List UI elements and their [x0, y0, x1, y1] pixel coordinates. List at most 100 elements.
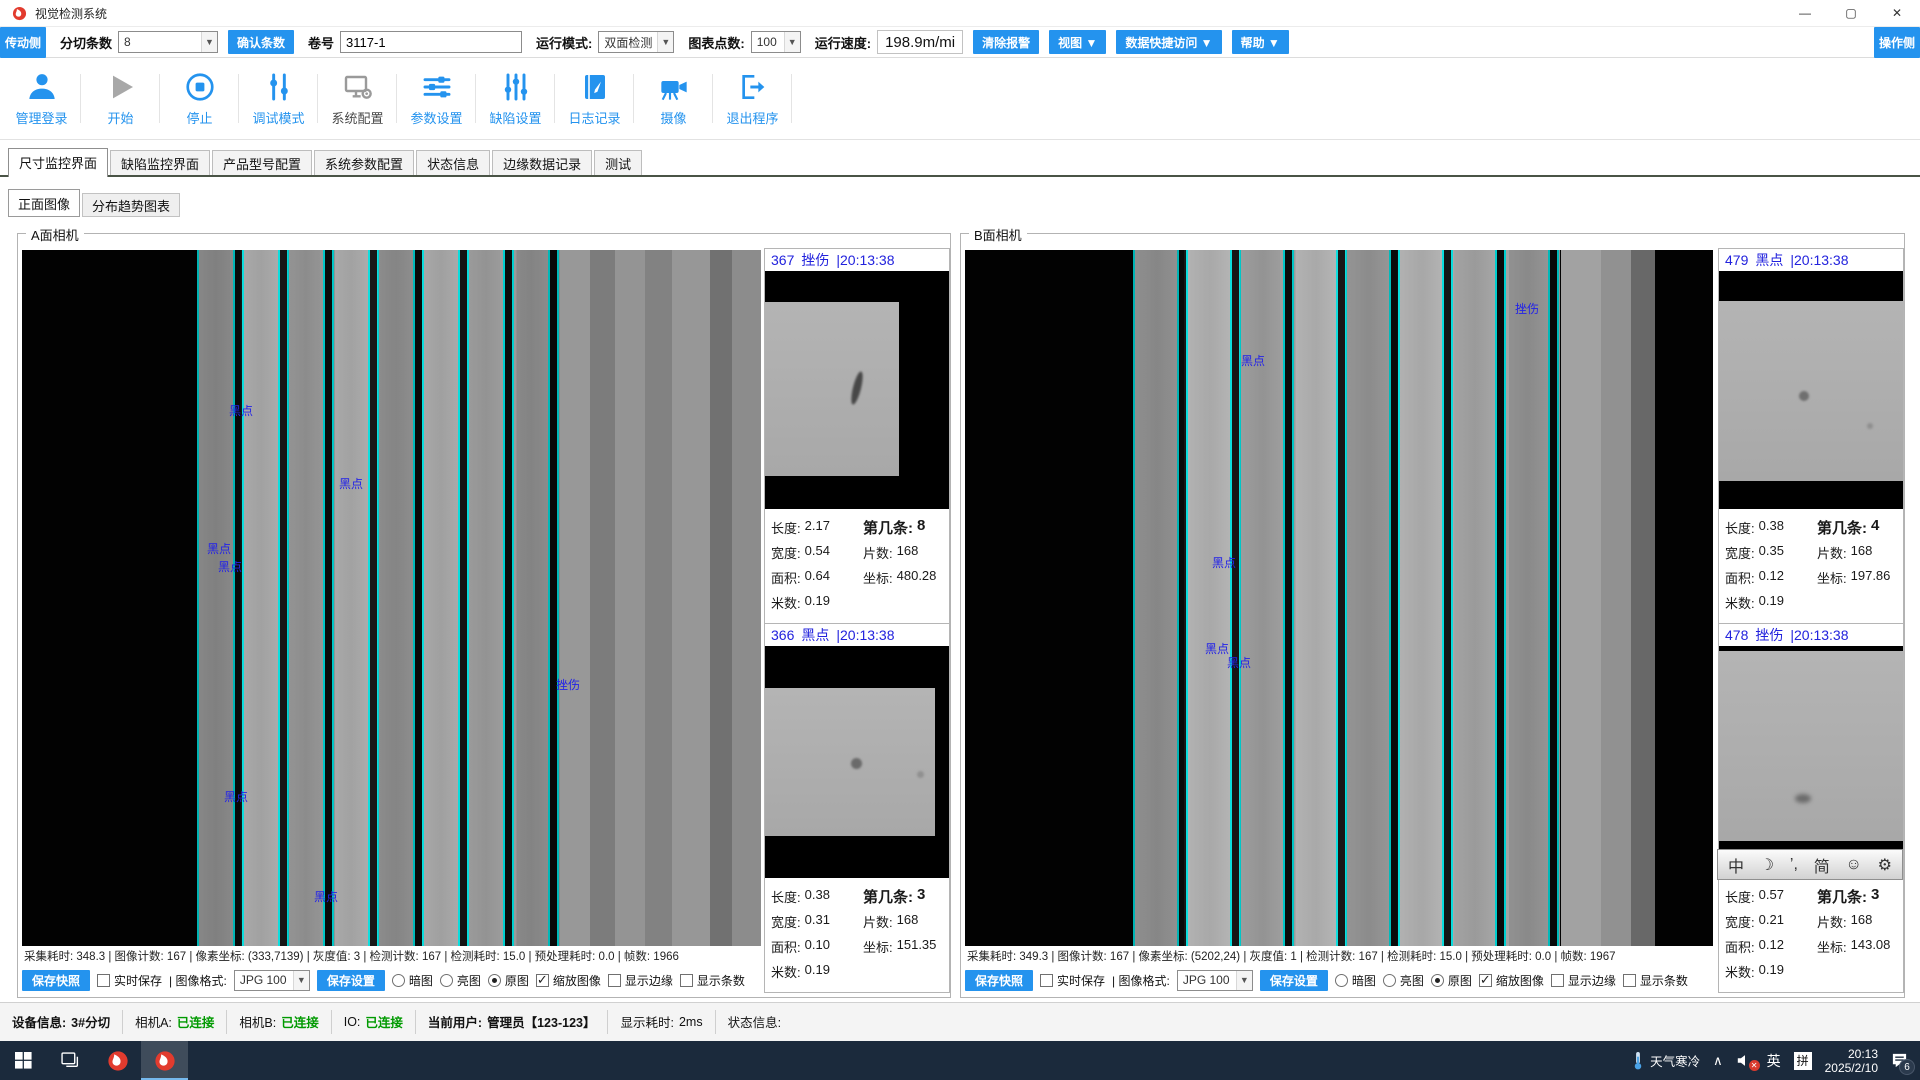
close-button[interactable]: ✕ — [1874, 0, 1920, 26]
exit-program-button[interactable]: 退出程序 — [713, 58, 792, 139]
defect-thumbnail — [765, 646, 949, 878]
confirm-count-button[interactable]: 确认条数 — [228, 30, 294, 54]
stop-button[interactable]: 停止 — [160, 58, 239, 139]
radio-icon — [440, 974, 453, 987]
defect-id: 478 — [1725, 627, 1748, 643]
tab-product-model-config[interactable]: 产品型号配置 — [212, 150, 312, 175]
chevron-down-icon: ▼ — [1236, 971, 1252, 990]
defect-card: 479 黑点 |20:13:38 长度:0.38 第几条:4 宽度:0.35 片… — [1719, 249, 1903, 623]
tab-edge-data-record[interactable]: 边缘数据记录 — [492, 150, 592, 175]
volume-muted-button[interactable]: ✕ — [1736, 1053, 1754, 1068]
help-menu-button[interactable]: 帮助 ▼ — [1232, 30, 1289, 54]
save-snapshot-button[interactable]: 保存快照 — [22, 970, 90, 991]
ime-halfmoon-icon[interactable]: ☽ — [1760, 855, 1774, 875]
show-count-checkbox[interactable]: 显示条数 — [680, 972, 745, 989]
language-indicator[interactable]: 英 — [1767, 1051, 1781, 1071]
run-mode-select[interactable]: 双面检测 ▼ — [598, 31, 674, 53]
action-label: 摄像 — [660, 108, 686, 127]
show-edge-checkbox[interactable]: 显示边缘 — [608, 972, 673, 989]
zoom-image-checkbox[interactable]: 缩放图像 — [1479, 972, 1544, 989]
thermometer-icon — [1632, 1051, 1644, 1070]
save-settings-button[interactable]: 保存设置 — [1260, 970, 1328, 991]
defect-type: 黑点 — [1755, 250, 1783, 270]
original-image-radio[interactable]: 原图 — [1431, 972, 1472, 989]
save-settings-button[interactable]: 保存设置 — [317, 970, 385, 991]
tab-defect-monitor[interactable]: 缺陷监控界面 — [110, 150, 210, 175]
start-button[interactable] — [0, 1041, 47, 1080]
ime-punctuation-icon[interactable]: ’, — [1790, 856, 1798, 874]
ime-mode-indicator[interactable]: 拼 — [1794, 1052, 1812, 1070]
checkbox-icon — [1623, 974, 1636, 987]
ime-chinese-mode[interactable]: 中 — [1728, 853, 1744, 877]
defect-card-header: 478 挫伤 |20:13:38 — [1719, 624, 1903, 646]
defect-label: 挫伤 — [556, 676, 580, 693]
transmission-side-button[interactable]: 传动侧 — [0, 27, 46, 58]
save-snapshot-button[interactable]: 保存快照 — [965, 970, 1033, 991]
slit-count-select[interactable]: 8 ▼ — [118, 31, 218, 53]
checkbox-icon — [1040, 974, 1053, 987]
ime-simplified-mode[interactable]: 简 — [1814, 853, 1830, 877]
taskbar-clock[interactable]: 20:13 2025/2/10 — [1825, 1047, 1878, 1075]
image-format-select[interactable]: JPG 100 ▼ — [234, 970, 310, 991]
subtab-front-image[interactable]: 正面图像 — [8, 189, 80, 217]
running-app-button[interactable] — [141, 1041, 188, 1080]
camera-a-image: 黑点 黑点 黑点 黑点 挫伤 黑点 黑点 — [22, 250, 761, 946]
dark-image-radio[interactable]: 暗图 — [392, 972, 433, 989]
ime-emoji-icon[interactable]: ☺ — [1846, 856, 1862, 874]
image-format-value: JPG 100 — [240, 973, 287, 987]
task-view-button[interactable] — [47, 1041, 94, 1080]
chart-points-select[interactable]: 100 ▼ — [751, 31, 801, 53]
notification-center-button[interactable]: 6 — [1891, 1052, 1908, 1069]
roll-number-input[interactable] — [340, 31, 522, 53]
weather-widget[interactable]: 天气寒冷 — [1632, 1051, 1700, 1070]
roll-number-label: 卷号 — [308, 33, 334, 52]
image-format-select[interactable]: JPG 100 ▼ — [1177, 970, 1253, 991]
minimize-button[interactable]: — — [1782, 0, 1828, 26]
log-record-button[interactable]: 日志记录 — [555, 58, 634, 139]
parameter-settings-button[interactable]: 参数设置 — [397, 58, 476, 139]
view-menu-button[interactable]: 视图 ▼ — [1049, 30, 1106, 54]
original-image-radio[interactable]: 原图 — [488, 972, 529, 989]
run-mode-value: 双面检测 — [604, 34, 652, 51]
radio-selected-icon — [1431, 974, 1444, 987]
tab-test[interactable]: 测试 — [594, 150, 642, 175]
defect-settings-button[interactable]: 缺陷设置 — [476, 58, 555, 139]
realtime-save-checkbox[interactable]: 实时保存 — [97, 972, 162, 989]
tab-size-monitor[interactable]: 尺寸监控界面 — [8, 148, 108, 177]
camera-a-panel: A面相机 黑点 黑点 黑点 黑点 挫伤 黑点 黑点 367 挫伤 |20:13:… — [17, 233, 951, 998]
show-edge-checkbox[interactable]: 显示边缘 — [1551, 972, 1616, 989]
clear-alarm-button[interactable]: 清除报警 — [973, 30, 1039, 54]
bright-image-radio[interactable]: 亮图 — [1383, 972, 1424, 989]
admin-login-button[interactable]: 管理登录 — [2, 58, 81, 139]
defect-label: 挫伤 — [1515, 300, 1539, 317]
operation-side-button[interactable]: 操作侧 — [1874, 27, 1920, 58]
system-config-button[interactable]: 系统配置 — [318, 58, 397, 139]
action-toolbar: 管理登录 开始 停止 调试模式 系统配置 — [0, 58, 1920, 140]
zoom-image-label: 缩放图像 — [1496, 972, 1544, 989]
checkbox-icon — [97, 974, 110, 987]
radio-selected-icon — [488, 974, 501, 987]
record-video-button[interactable]: 摄像 — [634, 58, 713, 139]
zoom-image-checkbox[interactable]: 缩放图像 — [536, 972, 601, 989]
show-hidden-icons-chevron[interactable]: ∧ — [1713, 1053, 1723, 1069]
main-toolbar: 传动侧 分切条数 8 ▼ 确认条数 卷号 运行模式: 双面检测 ▼ 图表点数: … — [0, 27, 1920, 58]
chevron-down-icon: ▼ — [293, 971, 309, 990]
subtab-distribution-chart[interactable]: 分布趋势图表 — [82, 193, 180, 217]
defect-type: 挫伤 — [1755, 625, 1783, 645]
show-count-checkbox[interactable]: 显示条数 — [1623, 972, 1688, 989]
bright-image-radio[interactable]: 亮图 — [440, 972, 481, 989]
tab-status-info[interactable]: 状态信息 — [416, 150, 490, 175]
realtime-save-checkbox[interactable]: 实时保存 — [1040, 972, 1105, 989]
quick-access-menu-button[interactable]: 数据快捷访问 ▼ — [1116, 30, 1221, 54]
dark-image-radio[interactable]: 暗图 — [1335, 972, 1376, 989]
tab-system-param-config[interactable]: 系统参数配置 — [314, 150, 414, 175]
device-info-segment: 设备信息: 3#分切 — [0, 1010, 123, 1034]
weather-text: 天气寒冷 — [1650, 1051, 1700, 1070]
start-button[interactable]: 开始 — [81, 58, 160, 139]
pinned-app-button[interactable] — [94, 1041, 141, 1080]
exit-icon — [737, 71, 769, 103]
maximize-button[interactable]: ▢ — [1828, 0, 1874, 26]
image-format-label: | 图像格式: — [169, 972, 227, 989]
debug-mode-button[interactable]: 调试模式 — [239, 58, 318, 139]
ime-settings-gear-icon[interactable]: ⚙ — [1878, 855, 1892, 875]
